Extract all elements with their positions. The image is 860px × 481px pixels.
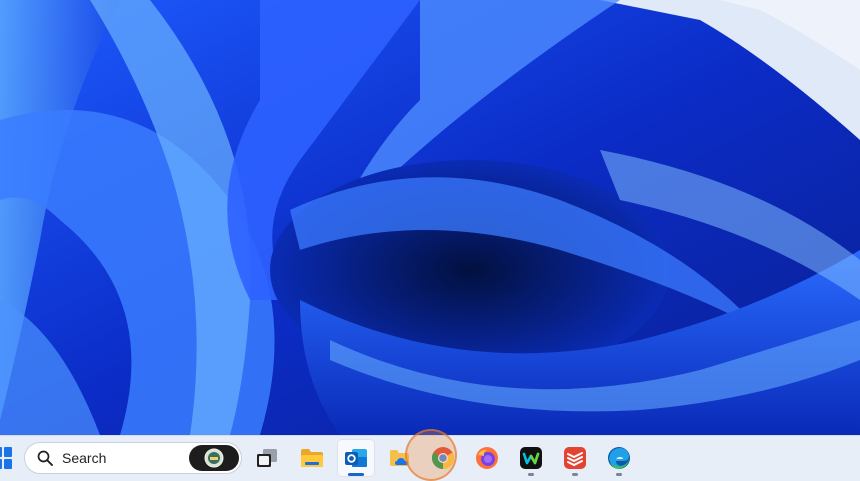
webex-icon [520,447,542,469]
task-view-icon [257,449,277,467]
search-placeholder: Search [62,450,107,466]
firefox-icon [476,447,498,469]
taskbar-app-task-view[interactable] [248,439,286,477]
search-highlight-badge-icon [204,448,224,468]
search-highlight[interactable] [189,445,239,471]
search-box[interactable]: Search [24,442,242,474]
taskbar-app-webex[interactable] [512,439,550,477]
running-app-indicator [572,473,578,476]
taskbar-app-firefox[interactable] [468,439,506,477]
running-app-indicator [616,473,622,476]
onedrive-folder-icon [390,450,409,466]
search-icon [37,450,53,466]
taskbar: Search [0,435,860,481]
taskbar-app-edge[interactable] [600,439,638,477]
taskbar-app-file-explorer[interactable] [293,439,331,477]
folder-icon [301,449,323,467]
desktop-wallpaper [0,0,860,435]
start-button[interactable] [0,446,12,470]
running-app-indicator [528,473,534,476]
taskbar-app-onedrive-folder[interactable] [381,439,419,477]
taskbar-app-chrome[interactable] [424,439,462,477]
chrome-icon [432,447,454,469]
focused-app-indicator [348,473,364,476]
taskbar-app-todoist[interactable] [556,439,594,477]
todoist-icon [564,447,586,469]
outlook-icon [345,449,367,467]
taskbar-app-outlook[interactable] [337,439,375,477]
edge-icon [608,447,630,469]
windows-logo-icon [0,447,2,457]
